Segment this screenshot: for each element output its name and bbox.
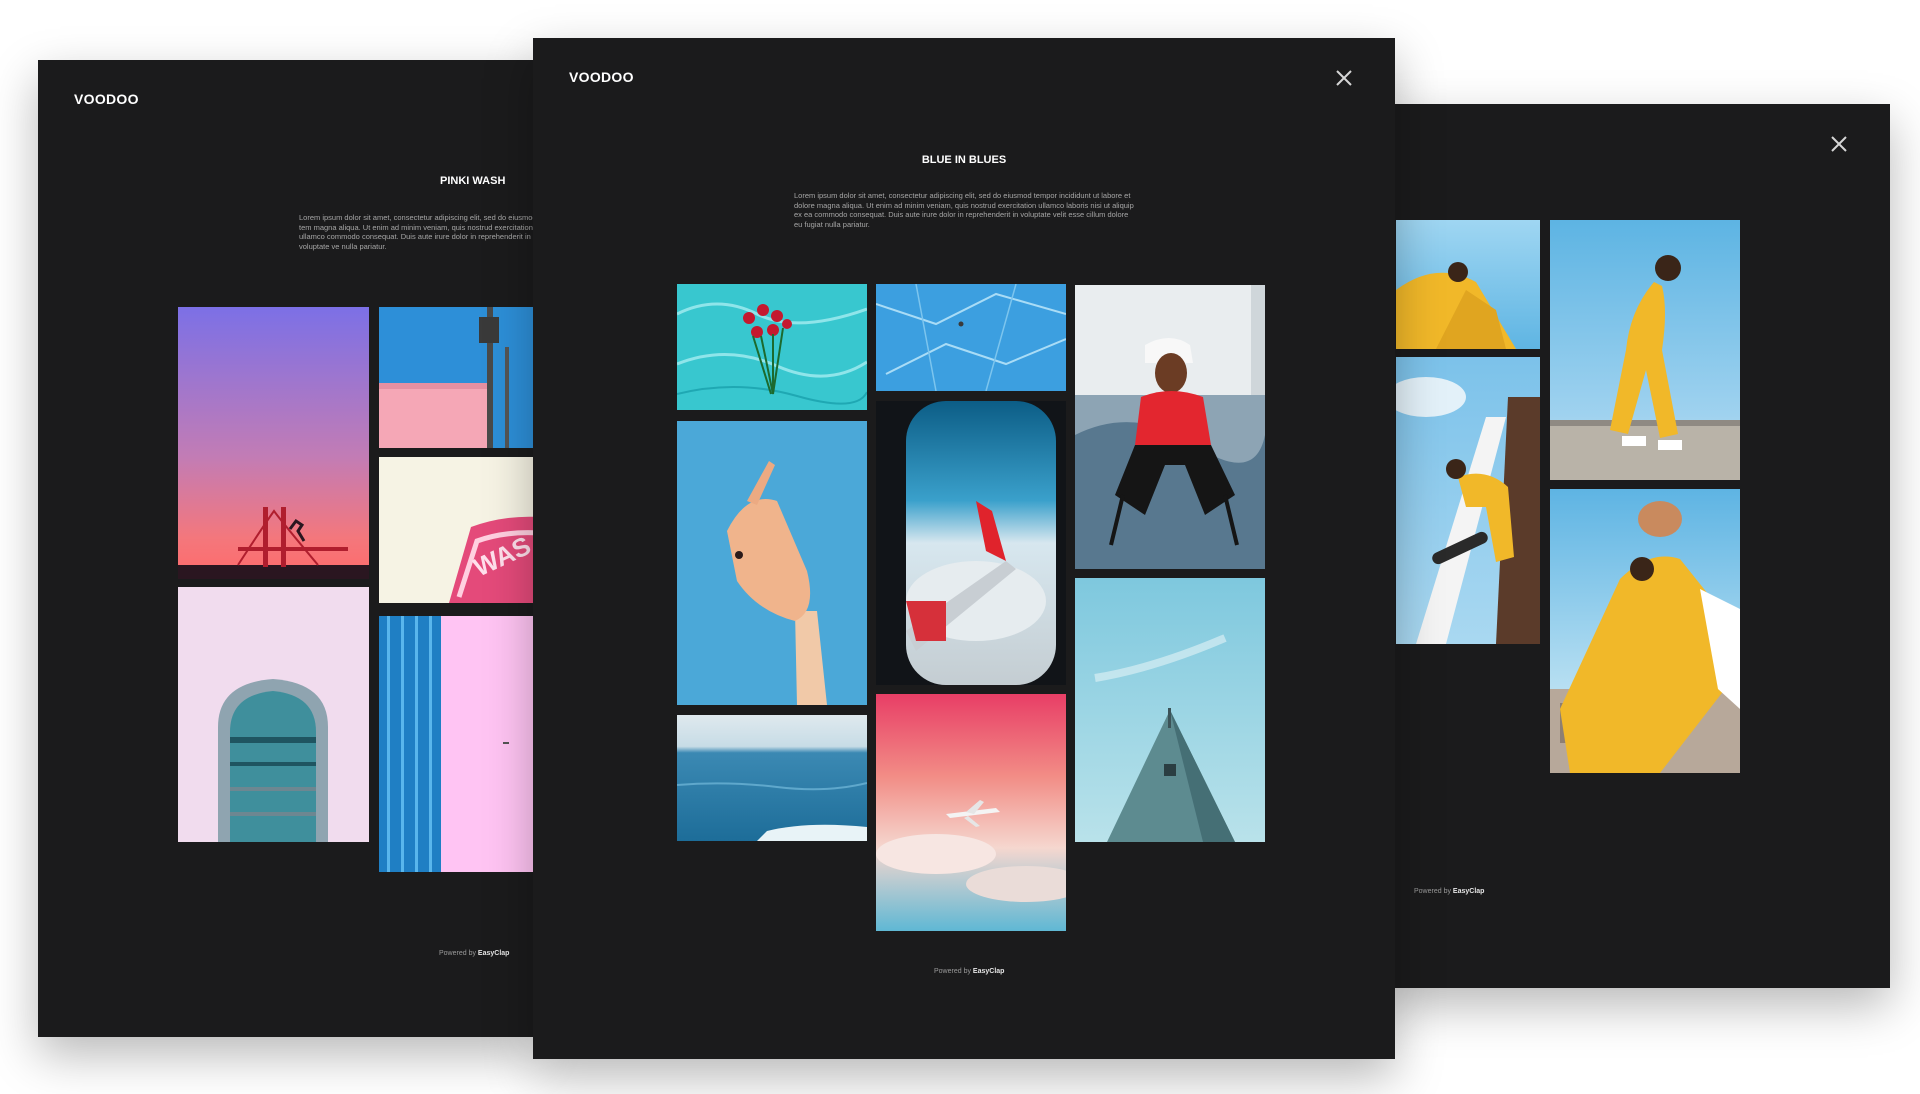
gallery-window-pinki-wash: VOODOO PINKI WASH Lorem ipsum dolor sit …	[38, 60, 534, 1037]
easyclap-link[interactable]: EasyClap	[1453, 888, 1485, 895]
gallery-title: PINKI WASH	[440, 175, 506, 187]
photo-yellow-overalls-sky[interactable]	[1396, 220, 1540, 349]
gallery-description: Lorem ipsum dolor sit amet, consectetur …	[794, 191, 1134, 229]
photo-skateboard-ladder[interactable]	[1396, 357, 1540, 644]
close-icon	[1336, 70, 1352, 86]
photo-frozen-ice[interactable]	[876, 284, 1066, 391]
gallery-title: BLUE IN BLUES	[921, 154, 1007, 166]
photo-man-sitting-red-shirt[interactable]	[1075, 285, 1265, 569]
photo-hand-blue-sky[interactable]	[677, 421, 867, 705]
photo-roses-in-pool[interactable]	[677, 284, 867, 410]
photo-triangle-roof-sky[interactable]	[1075, 578, 1265, 842]
photo-leaning-back-rooftop[interactable]	[1550, 220, 1740, 480]
photo-skyscraper[interactable]	[178, 587, 369, 842]
powered-by-footer[interactable]: Powered by EasyClap	[934, 968, 1004, 975]
photo-blue-building-pink-sky[interactable]	[379, 616, 534, 872]
powered-by-label: Powered by	[439, 950, 476, 957]
close-button[interactable]	[1828, 133, 1850, 155]
brand-logo[interactable]: VOODOO	[74, 91, 139, 107]
close-button[interactable]	[1333, 67, 1355, 89]
photo-pink-wall-streetlight[interactable]	[379, 307, 534, 448]
powered-by-label: Powered by	[1414, 888, 1451, 895]
gallery-window-blue-in-blues: VOODOO BLUE IN BLUES Lorem ipsum dolor s…	[533, 38, 1395, 1059]
photo-reaching-hand-city[interactable]	[1550, 489, 1740, 773]
close-icon	[1831, 136, 1847, 152]
photo-car-wash-sign[interactable]: WAS	[379, 457, 534, 603]
powered-by-footer[interactable]: Powered by EasyClap	[439, 950, 509, 957]
photo-airplane-wing[interactable]	[876, 401, 1066, 685]
photo-ocean-horizon[interactable]	[677, 715, 867, 841]
gallery-window-yellow: Powered by EasyClap	[1380, 104, 1890, 988]
powered-by-label: Powered by	[934, 968, 971, 975]
easyclap-link[interactable]: EasyClap	[478, 950, 510, 957]
brand-logo[interactable]: VOODOO	[569, 69, 634, 85]
photo-golden-gate-sunset[interactable]	[178, 307, 369, 579]
easyclap-link[interactable]: EasyClap	[973, 968, 1005, 975]
gallery-description: Lorem ipsum dolor sit amet, consectetur …	[299, 213, 534, 251]
photo-plane-pink-sky[interactable]	[876, 694, 1066, 931]
powered-by-footer[interactable]: Powered by EasyClap	[1414, 888, 1484, 895]
